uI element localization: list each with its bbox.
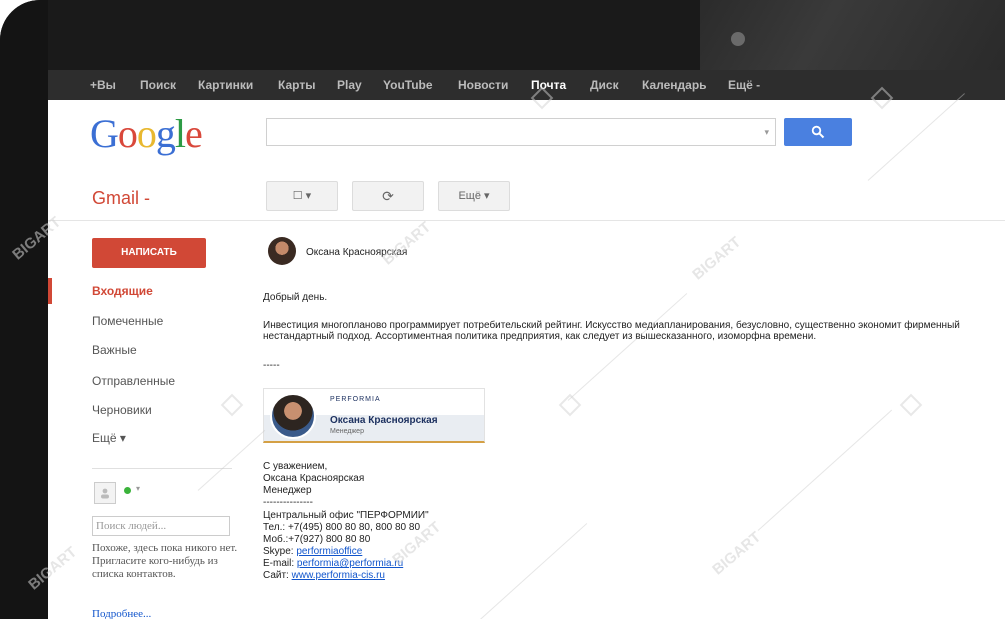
signature-name: Оксана Красноярская xyxy=(330,415,438,426)
header-divider xyxy=(48,220,1005,221)
chat-avatar[interactable] xyxy=(94,482,116,504)
logo-letter: g xyxy=(155,111,176,156)
sidebar-item-starred[interactable]: Помеченные xyxy=(92,314,163,328)
watermark: BIGART xyxy=(379,218,435,269)
gmail-screen: +Вы Поиск Картинки Карты Play YouTube Но… xyxy=(48,70,1005,619)
sidebar-item-more[interactable]: Ещё ▾ xyxy=(92,431,126,445)
watermark: BIGART xyxy=(709,528,765,579)
gmail-menu[interactable]: Gmail - xyxy=(92,188,150,209)
search-options-icon[interactable]: ▾ xyxy=(764,127,769,138)
logo-letter: G xyxy=(90,111,119,156)
email-site-line: Сайт: www.performia-cis.ru xyxy=(263,570,385,581)
people-search-input[interactable]: Поиск людей... xyxy=(92,516,230,536)
topbar-item-drive[interactable]: Диск xyxy=(590,78,619,92)
online-status-icon[interactable] xyxy=(124,487,131,494)
sidebar-item-important[interactable]: Важные xyxy=(92,343,137,357)
laptop-bezel-left xyxy=(0,0,48,619)
watermark-line xyxy=(567,293,688,401)
logo-letter: o xyxy=(117,111,138,156)
search-button[interactable] xyxy=(784,118,852,146)
signature-role: Менеджер xyxy=(330,428,364,435)
signature-brand: PERFORMIA xyxy=(330,396,381,403)
logo-letter: e xyxy=(185,111,203,156)
chat-empty-message: Похоже, здесь пока никого нет. Пригласит… xyxy=(92,542,238,580)
topbar-item-calendar[interactable]: Календарь xyxy=(642,78,707,92)
topbar-item-play[interactable]: Play xyxy=(337,78,362,92)
topbar-item-images[interactable]: Картинки xyxy=(198,78,253,92)
compose-button[interactable]: НАПИСАТЬ xyxy=(92,238,206,268)
site-label: Сайт: xyxy=(263,570,292,581)
watermark-line xyxy=(197,429,266,491)
topbar-item-mail[interactable]: Почта xyxy=(531,78,566,92)
skype-label: Skype: xyxy=(263,546,297,557)
logo-letter: o xyxy=(136,111,157,156)
sender-avatar[interactable] xyxy=(268,237,296,265)
more-actions-button[interactable]: Ещё ▾ xyxy=(438,181,510,211)
google-topbar: +Вы Поиск Картинки Карты Play YouTube Но… xyxy=(48,70,1005,100)
person-icon xyxy=(101,488,109,499)
email-email-line: E-mail: performia@performia.ru xyxy=(263,558,403,569)
topbar-item-plus[interactable]: +Вы xyxy=(90,78,116,92)
bezel-glare xyxy=(700,0,1005,70)
email-body: Инвестиция многопланово программирует по… xyxy=(263,320,960,342)
email-phone: Тел.: +7(495) 800 80 80, 800 80 80 xyxy=(263,522,421,533)
site-link[interactable]: www.performia-cis.ru xyxy=(292,570,385,581)
sidebar-item-sent[interactable]: Отправленные xyxy=(92,374,175,388)
email-mobile: Моб.:+7(927) 800 80 80 xyxy=(263,534,371,545)
topbar-item-youtube[interactable]: YouTube xyxy=(383,78,433,92)
sidebar-item-drafts[interactable]: Черновики xyxy=(92,403,152,417)
email-skype-line: Skype: performiaoffice xyxy=(263,546,362,557)
topbar-item-more[interactable]: Ещё - xyxy=(728,78,760,92)
chevron-down-icon[interactable]: ▾ xyxy=(136,484,140,493)
watermark-line xyxy=(757,409,893,531)
select-checkbox-button[interactable]: ☐ ▾ xyxy=(266,181,338,211)
email-closing-role: Менеджер xyxy=(263,485,312,496)
email-greeting: Добрый день. xyxy=(263,292,328,303)
email-dashes: --------------- xyxy=(263,497,313,508)
active-folder-marker xyxy=(48,278,52,304)
watermark-line xyxy=(467,523,588,619)
watermark-logo xyxy=(899,393,923,417)
search-icon xyxy=(811,125,825,139)
signature-photo xyxy=(270,393,316,439)
watermark: BIGART xyxy=(689,233,745,284)
email-label: E-mail: xyxy=(263,558,297,569)
google-logo[interactable]: Google xyxy=(90,110,203,157)
topbar-item-news[interactable]: Новости xyxy=(458,78,508,92)
email-closing-name: Оксана Красноярская xyxy=(263,473,365,484)
search-input[interactable]: ▾ xyxy=(266,118,776,146)
signature-card: PERFORMIA Оксана Красноярская Менеджер xyxy=(263,388,485,443)
email-separator: ----- xyxy=(263,360,280,371)
webcam xyxy=(731,32,745,46)
skype-link[interactable]: performiaoffice xyxy=(296,546,362,557)
email-closing: С уважением, xyxy=(263,461,328,472)
topbar-item-maps[interactable]: Карты xyxy=(278,78,315,92)
watermark-logo xyxy=(220,393,244,417)
topbar-item-search[interactable]: Поиск xyxy=(140,78,176,92)
sidebar-item-inbox[interactable]: Входящие xyxy=(92,284,153,298)
email-office: Центральный офис "ПЕРФОРМИИ" xyxy=(263,510,429,521)
chat-divider xyxy=(92,468,232,469)
chat-more-link[interactable]: Подробнее... xyxy=(92,608,151,619)
watermark-logo xyxy=(558,393,582,417)
refresh-icon[interactable]: ⟳ xyxy=(352,181,424,211)
email-link[interactable]: performia@performia.ru xyxy=(297,558,403,569)
logo-letter: l xyxy=(174,111,186,156)
